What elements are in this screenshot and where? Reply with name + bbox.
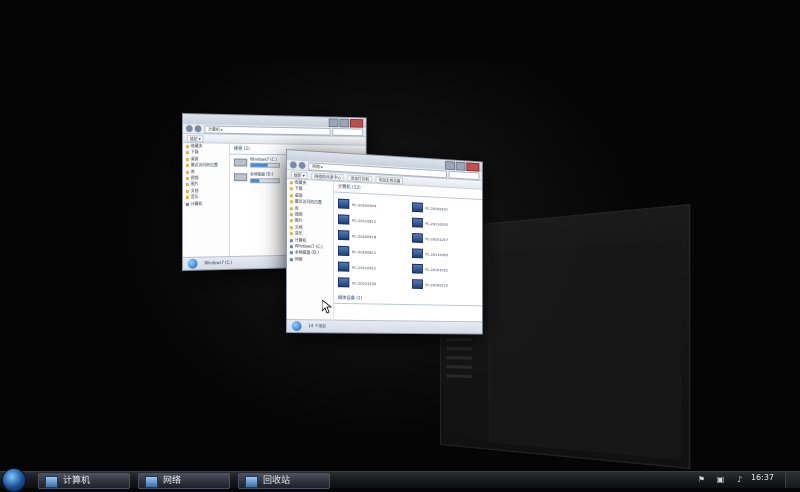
- computer-icon: [338, 230, 349, 240]
- front-window-status-text: 14 个项目: [308, 323, 326, 329]
- back-window-nav-pane: 收藏夹 下载 桌面 最近访问的位置 库 视频 图片 文档 音乐 计算机: [183, 143, 230, 258]
- taskbar-button-label: 网络: [163, 476, 181, 487]
- maximize-button[interactable]: [339, 119, 349, 128]
- taskbar-button-label: 回收站: [263, 476, 290, 487]
- close-button[interactable]: [350, 119, 363, 128]
- taskbar: 计算机 网络 回收站 ⚑ ▣ ♪ 16:37: [0, 471, 800, 488]
- taskbar-clock[interactable]: 16:37: [751, 473, 774, 483]
- toolbar-network-center[interactable]: 网络和共享中心: [312, 172, 344, 181]
- drive-status-icon: [188, 259, 198, 269]
- computer-icon: [338, 199, 349, 209]
- network-computer-item[interactable]: PC-20110421: [338, 259, 408, 277]
- taskbar-button-computer[interactable]: 计算机: [38, 473, 130, 489]
- hard-drive-icon: [234, 158, 247, 166]
- drive-d-usage-bar: [250, 178, 280, 183]
- flag-icon[interactable]: ⚑: [697, 475, 706, 484]
- forward-arrow-icon[interactable]: [195, 125, 202, 132]
- computer-icon: [412, 233, 423, 243]
- forward-arrow-icon[interactable]: [299, 162, 306, 169]
- start-button[interactable]: [2, 468, 26, 492]
- network-computer-item[interactable]: PC-20100715: [412, 276, 479, 293]
- back-window-status-text: Windows7 (C:): [204, 260, 232, 266]
- drive-c-usage-bar: [250, 163, 280, 168]
- minimize-button[interactable]: [329, 118, 339, 127]
- drive-d-label: 本地磁盘 (D:): [250, 171, 280, 177]
- computer-icon: [412, 264, 423, 274]
- taskbar-button-network[interactable]: 网络: [138, 473, 230, 489]
- computer-icon: [338, 262, 349, 272]
- hard-drive-icon: [234, 173, 247, 181]
- toolbar-organize[interactable]: 组织 ▾: [187, 135, 204, 142]
- computer-icon: [412, 218, 423, 228]
- front-window-main-pane: 计算机 (12) PC-20100504 PC-20100101 PC-2011…: [334, 182, 482, 323]
- network-computer-item[interactable]: PC-20101022: [412, 261, 479, 278]
- search-input[interactable]: [449, 171, 480, 180]
- volume-icon[interactable]: ♪: [735, 475, 744, 484]
- computer-icon: [412, 202, 423, 212]
- toolbar-organize[interactable]: 组织 ▾: [291, 171, 308, 179]
- network-status-icon: [292, 321, 302, 331]
- search-input[interactable]: [332, 128, 363, 136]
- system-tray: ⚑ ▣ ♪: [697, 475, 744, 484]
- computer-grid: PC-20100504 PC-20100101 PC-20110612 PC-2…: [334, 192, 482, 295]
- computer-icon: [338, 246, 349, 256]
- front-window-status-bar: 14 个项目: [287, 319, 482, 334]
- address-field[interactable]: 计算机 ▸: [204, 125, 330, 135]
- taskbar-button-recycle-bin[interactable]: 回收站: [238, 473, 330, 489]
- computer-icon: [338, 277, 349, 287]
- network-tray-icon[interactable]: ▣: [716, 475, 725, 484]
- show-desktop-button[interactable]: [785, 472, 800, 488]
- computer-icon: [45, 476, 58, 488]
- toolbar-add-printer[interactable]: 添加打印机: [348, 174, 372, 182]
- taskbar-button-label: 计算机: [63, 476, 90, 487]
- back-arrow-icon[interactable]: [186, 125, 193, 132]
- recycle-bin-icon: [245, 476, 258, 488]
- network-explorer-window[interactable]: 网络 ▸ 组织 ▾ 网络和共享中心 添加打印机 添加无线设备 收藏夹 下载 桌面…: [286, 149, 483, 335]
- nav-item-computer[interactable]: 计算机: [183, 201, 229, 208]
- media-devices-group-title: 媒体设备 (1): [334, 293, 482, 306]
- toolbar-add-wireless[interactable]: 添加无线设备: [376, 176, 404, 184]
- ghost-pane: [489, 240, 681, 460]
- back-arrow-icon[interactable]: [290, 161, 297, 168]
- computer-icon: [412, 279, 423, 289]
- computer-icon: [338, 214, 349, 224]
- network-computer-item[interactable]: PC-20101130: [338, 274, 408, 291]
- network-icon: [145, 476, 158, 488]
- computer-icon: [412, 248, 423, 258]
- nav-item-network[interactable]: 网络: [287, 256, 333, 264]
- drive-c-label: Windows7 (C:): [250, 157, 280, 162]
